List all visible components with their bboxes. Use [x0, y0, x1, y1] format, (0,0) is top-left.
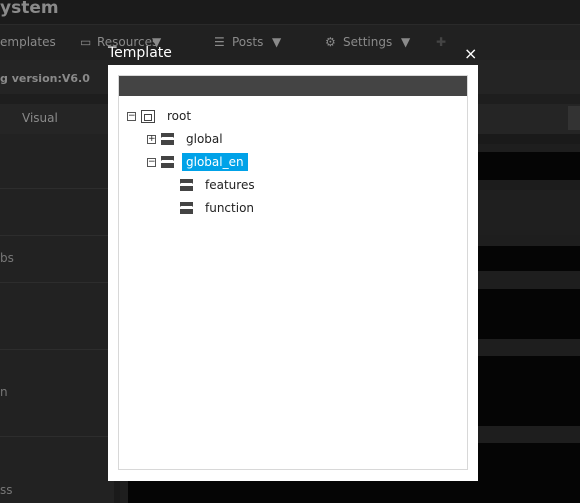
tree-header-bar [119, 76, 467, 96]
collapse-icon[interactable]: − [127, 111, 136, 121]
chevron-down-icon[interactable]: ▼ [401, 35, 410, 49]
tree-node-global-en: − global_en [147, 152, 248, 172]
tree-label[interactable]: root [163, 107, 195, 125]
tree-label[interactable]: features [201, 176, 259, 194]
section-icon [161, 156, 174, 168]
tree-label-selected[interactable]: global_en [182, 153, 248, 171]
top-nav: emplates ▭ Resources ▼ ☰ Posts ▼ ⚙ Setti… [0, 24, 580, 60]
list-icon: ☰ [214, 35, 225, 49]
root-folder-icon [141, 109, 155, 123]
collapse-icon[interactable]: − [147, 157, 156, 167]
app-header: ystem [0, 0, 580, 24]
tree-label[interactable]: global [182, 130, 227, 148]
tree-node-function: function [180, 198, 258, 218]
template-dialog: − root + global − global_en features fun… [108, 65, 478, 481]
chevron-down-icon[interactable]: ▼ [272, 35, 281, 49]
gear-icon: ⚙ [325, 35, 336, 49]
sidebar-item[interactable]: bs [0, 251, 14, 265]
tree-panel: − root + global − global_en features fun… [118, 75, 468, 470]
expand-icon[interactable]: + [147, 134, 156, 144]
nav-settings[interactable]: Settings [343, 35, 392, 49]
close-icon[interactable]: × [464, 44, 477, 63]
dialog-title: Template [108, 45, 172, 61]
section-icon [161, 133, 174, 145]
tab-button[interactable] [568, 106, 580, 130]
nav-posts[interactable]: Posts [232, 35, 263, 49]
tree-label[interactable]: function [201, 199, 258, 217]
section-icon [180, 179, 193, 191]
section-icon [180, 202, 193, 214]
version-text: g version:V6.0 [0, 72, 90, 85]
tree-node-global: + global [147, 129, 227, 149]
app-title: ystem [0, 0, 59, 18]
tab-visual[interactable]: Visual [22, 111, 58, 125]
sidebar [0, 134, 120, 503]
window-icon: ▭ [80, 35, 92, 49]
nav-templates[interactable]: emplates [0, 35, 56, 49]
sidebar-item[interactable]: ss [0, 483, 13, 497]
sidebar-item[interactable]: n [0, 385, 8, 399]
tree-node-features: features [180, 175, 259, 195]
plus-icon[interactable]: ✚ [436, 35, 446, 49]
tree-node-root: − root [127, 106, 195, 126]
